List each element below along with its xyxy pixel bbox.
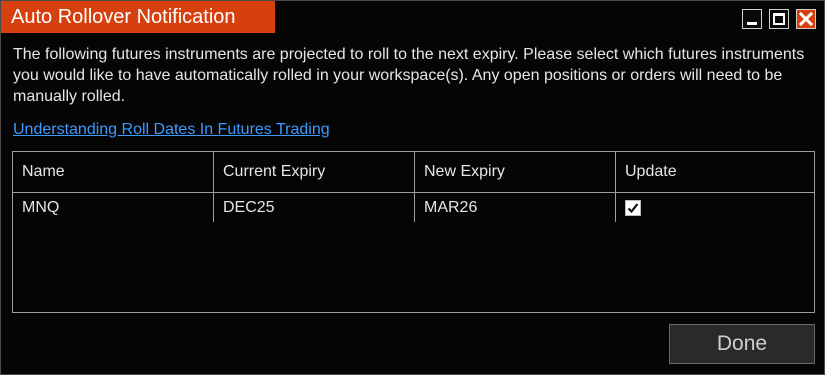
column-header-new-expiry[interactable]: New Expiry [415, 152, 615, 192]
rollover-message: The following futures instruments are pr… [13, 46, 805, 105]
close-button[interactable] [796, 9, 816, 29]
new-expiry: MAR26 [424, 199, 478, 216]
minimize-button[interactable] [742, 9, 762, 29]
title-bar[interactable]: Auto Rollover Notification [1, 1, 824, 35]
table-row[interactable]: MNQ DEC25 MAR26 [13, 193, 814, 223]
column-header-update[interactable]: Update [616, 152, 814, 192]
update-checkbox[interactable] [625, 200, 641, 216]
minimize-icon [747, 22, 757, 25]
maximize-icon [773, 13, 785, 25]
dialog-title: Auto Rollover Notification [1, 1, 275, 33]
done-button[interactable]: Done [669, 324, 815, 364]
column-header-current-expiry[interactable]: Current Expiry [214, 152, 414, 192]
close-icon [799, 12, 813, 26]
current-expiry: DEC25 [223, 199, 275, 216]
instrument-name: MNQ [22, 199, 60, 216]
column-header-name[interactable]: Name [13, 152, 213, 192]
checkmark-icon [627, 203, 639, 214]
maximize-button[interactable] [769, 9, 789, 29]
instruments-table: Name Current Expiry New Expiry Update MN… [12, 151, 815, 313]
roll-dates-help-link[interactable]: Understanding Roll Dates In Futures Trad… [13, 121, 330, 139]
auto-rollover-dialog: Auto Rollover Notification The following… [0, 0, 825, 375]
